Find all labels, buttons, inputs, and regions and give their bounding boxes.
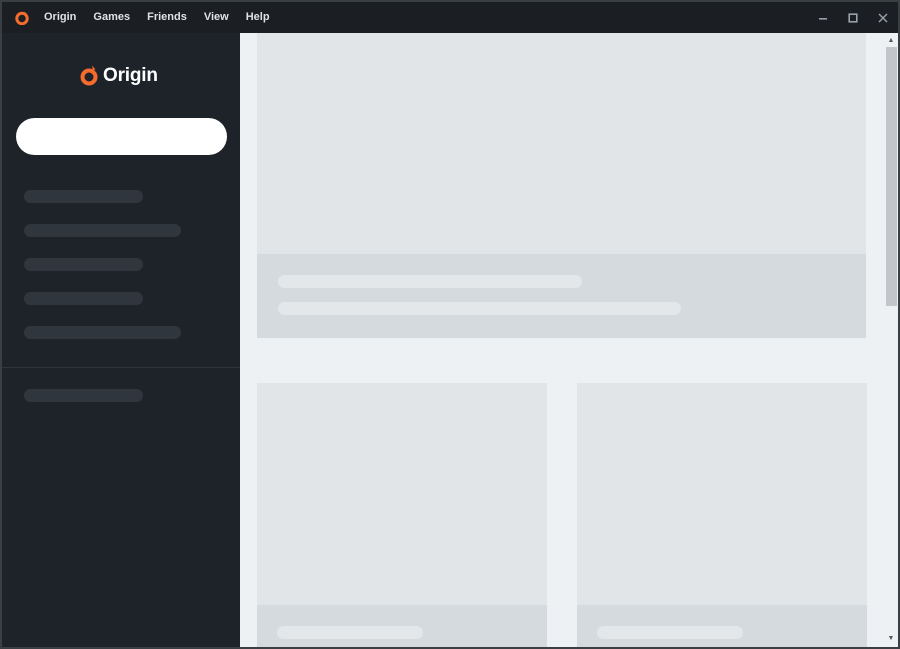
search-input[interactable] [16,118,227,155]
sidebar-item-placeholder[interactable] [24,224,181,237]
sidebar-item-placeholder[interactable] [24,190,143,203]
main-content [240,33,884,647]
minimize-button[interactable] [808,2,838,33]
title-bar: Origin Games Friends View Help [2,2,898,33]
skeleton-line [597,626,743,639]
sidebar-item-placeholder[interactable] [24,292,143,305]
window-controls [808,2,898,33]
skeleton-line [277,626,423,639]
tile-card-placeholder[interactable] [577,383,867,647]
tile-card-footer [577,605,867,647]
maximize-icon [848,12,858,23]
origin-logo-icon [80,65,98,86]
menu-origin[interactable]: Origin [44,2,76,33]
tile-card-footer [257,605,547,647]
maximize-button[interactable] [838,2,868,33]
sidebar-item-placeholder[interactable] [24,389,143,402]
hero-card-placeholder[interactable] [257,33,866,338]
menu-friends[interactable]: Friends [147,2,187,33]
origin-logo[interactable]: Origin [79,64,158,88]
sidebar-divider [2,367,240,368]
hero-card-footer [257,254,866,338]
scroll-down-icon[interactable]: ▼ [884,633,898,645]
scrollbar-thumb[interactable] [886,47,897,306]
skeleton-line [278,302,681,315]
origin-app-icon[interactable] [15,11,29,25]
sidebar-item-placeholder[interactable] [24,258,143,271]
tile-card-placeholder[interactable] [257,383,547,647]
vertical-scrollbar[interactable]: ▲ ▼ [884,33,898,647]
origin-window: Origin Games Friends View Help Origin ▲ … [2,2,898,647]
skeleton-line [278,275,582,288]
menu-view[interactable]: View [204,2,229,33]
close-button[interactable] [868,2,898,33]
sidebar: Origin [2,33,240,647]
origin-logo-text: Origin [103,65,158,86]
close-icon [878,13,888,22]
minimize-icon [819,17,827,20]
scroll-up-icon[interactable]: ▲ [884,35,898,47]
sidebar-item-placeholder[interactable] [24,326,181,339]
menu-games[interactable]: Games [93,2,130,33]
menu-bar: Origin Games Friends View Help [44,2,287,33]
menu-help[interactable]: Help [246,2,270,33]
